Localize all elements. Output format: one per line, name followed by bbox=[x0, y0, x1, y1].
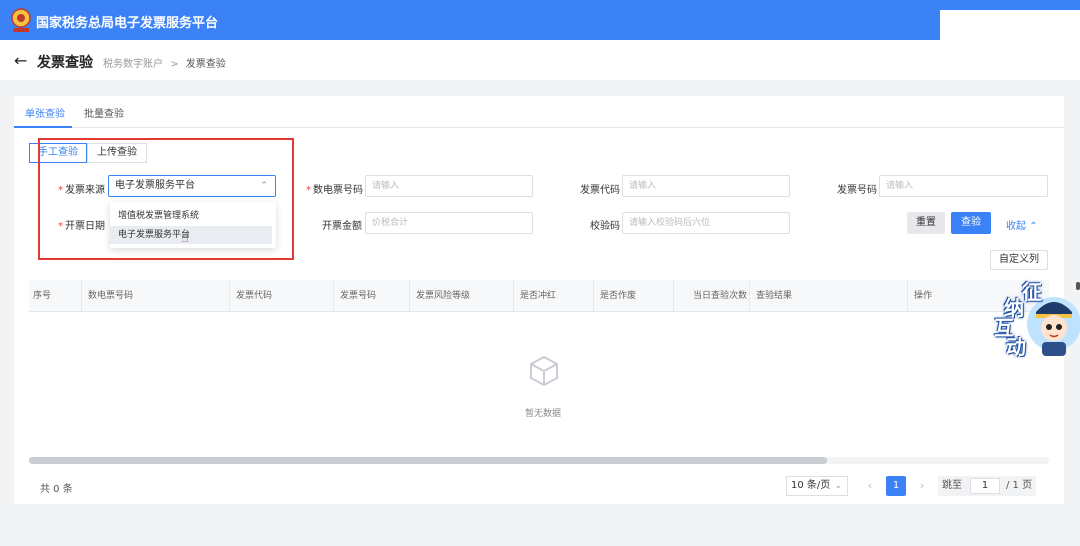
breadcrumb-separator: > bbox=[170, 59, 179, 70]
amount-label: 开票金额 bbox=[322, 221, 362, 232]
manual-check-toggle[interactable]: 手工查验 bbox=[29, 143, 87, 163]
scrollbar-thumb[interactable] bbox=[29, 457, 827, 464]
custom-columns-button[interactable]: 自定义列 bbox=[990, 250, 1048, 270]
check-code-label: 校验码 bbox=[590, 221, 620, 232]
top-bar: 国家税务总局电子发票服务平台 bbox=[0, 0, 1080, 44]
page-header: ← 发票查验 税务数字账户 > 发票查验 bbox=[0, 40, 1080, 80]
horizontal-scrollbar[interactable] bbox=[29, 457, 1049, 464]
breadcrumb-parent[interactable]: 税务数字账户 bbox=[103, 59, 163, 70]
dropdown-option-e-invoice-platform[interactable]: 电子发票服务平台 bbox=[110, 226, 272, 244]
digital-invoice-no-label: * 数电票号码 bbox=[306, 185, 363, 196]
mascot-char: 动 bbox=[1006, 335, 1026, 359]
source-dropdown-menu: 增值税发票管理系统 电子发票服务平台 bbox=[110, 202, 276, 248]
hand-cursor-icon: ☝ bbox=[181, 231, 189, 246]
column-header: 当日查验次数 bbox=[673, 280, 749, 312]
interaction-mascot-widget[interactable]: 征 纳 互 动 bbox=[994, 276, 1080, 360]
column-header: 发票号码 bbox=[333, 280, 409, 312]
tab-batch-check[interactable]: 批量查验 bbox=[84, 105, 124, 120]
digital-invoice-no-input[interactable]: 请输入 bbox=[365, 175, 533, 197]
total-count: 共 0 条 bbox=[40, 484, 73, 495]
main-card: 单张查验 批量查验 手工查验 上传查验 * 发票来源 电子发票服务平台 ⌃ * 数电票… bbox=[14, 96, 1064, 504]
arrow-left-icon[interactable]: ← bbox=[14, 51, 27, 70]
source-label: * 发票来源 bbox=[58, 185, 105, 196]
column-header: 是否作废 bbox=[593, 280, 673, 312]
column-header: 查验结果 bbox=[749, 280, 907, 312]
redacted-area bbox=[940, 10, 1080, 44]
total-pages: / 1 页 bbox=[1006, 480, 1033, 491]
next-page-button[interactable]: › bbox=[912, 476, 932, 496]
chevron-down-icon: ⌄ bbox=[834, 481, 842, 491]
query-button[interactable]: 查验 bbox=[951, 212, 991, 234]
invoice-no-input[interactable]: 请输入 bbox=[879, 175, 1048, 197]
tab-bar: 单张查验 批量查验 bbox=[14, 96, 1064, 128]
jump-page-input[interactable]: 1 bbox=[970, 478, 1000, 494]
mascot-char: 征 bbox=[1022, 280, 1042, 304]
reset-button[interactable]: 重置 bbox=[907, 212, 945, 234]
table-header: 序号 数电票号码 发票代码 发票号码 发票风险等级 是否冲红 是否作废 当日查验… bbox=[29, 280, 1049, 312]
column-header: 序号 bbox=[33, 291, 52, 301]
source-select[interactable]: 电子发票服务平台 ⌃ bbox=[108, 175, 276, 197]
chevron-up-icon: ⌃ bbox=[260, 181, 268, 191]
column-header: 发票风险等级 bbox=[409, 280, 513, 312]
prev-page-button[interactable]: ‹ bbox=[860, 476, 880, 496]
issue-date-label: * 开票日期 bbox=[58, 221, 105, 232]
page-jumper: 跳至 1 / 1 页 bbox=[938, 476, 1036, 496]
app-title: 国家税务总局电子发票服务平台 bbox=[36, 16, 219, 31]
column-header: 是否冲红 bbox=[513, 280, 593, 312]
page-number-button[interactable]: 1 bbox=[886, 476, 906, 496]
page-title: 发票查验 bbox=[37, 55, 93, 71]
upload-check-toggle[interactable]: 上传查验 bbox=[87, 143, 147, 163]
tax-emblem-icon bbox=[11, 8, 31, 32]
empty-state-text: 暂无数据 bbox=[524, 409, 561, 419]
chevron-up-icon: ⌃ bbox=[1029, 221, 1038, 232]
invoice-code-label: 发票代码 bbox=[580, 185, 620, 196]
invoice-code-input[interactable]: 请输入 bbox=[622, 175, 790, 197]
column-header: 发票代码 bbox=[229, 280, 333, 312]
breadcrumb-current: 发票查验 bbox=[185, 59, 226, 70]
active-tab-indicator bbox=[14, 126, 72, 128]
collapse-toggle[interactable]: 收起 ⌃ bbox=[1006, 217, 1038, 232]
breadcrumb: 税务数字账户 > 发票查验 bbox=[103, 55, 226, 70]
side-handle[interactable] bbox=[1076, 282, 1080, 290]
page-size-select[interactable]: 10 条/页 ⌄ bbox=[786, 476, 848, 496]
jump-label: 跳至 bbox=[942, 480, 962, 491]
column-header: 数电票号码 bbox=[81, 280, 229, 312]
tab-single-check[interactable]: 单张查验 bbox=[25, 105, 65, 120]
dropdown-option-vat-system[interactable]: 增值税发票管理系统 bbox=[110, 207, 272, 225]
check-code-input[interactable]: 请输入校验码后六位 bbox=[622, 212, 790, 234]
empty-box-icon bbox=[530, 355, 558, 387]
invoice-no-label: 发票号码 bbox=[837, 185, 877, 196]
amount-input[interactable]: 价税合计 bbox=[365, 212, 533, 234]
